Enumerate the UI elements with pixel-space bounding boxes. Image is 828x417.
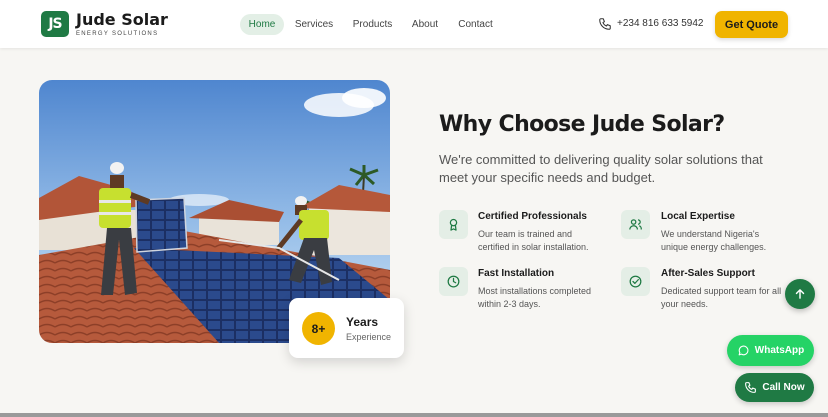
feature-title: Certified Professionals <box>478 211 587 222</box>
section-title: Why Choose Jude Solar? <box>439 112 725 137</box>
nav-home[interactable]: Home <box>240 14 284 35</box>
feature-title: Local Expertise <box>661 211 735 222</box>
experience-badge: 8+ <box>302 312 335 345</box>
experience-subtitle: Experience <box>346 332 392 342</box>
nav-services[interactable]: Services <box>292 14 336 35</box>
feature-desc: Our team is trained and certified in sol… <box>478 229 589 252</box>
scroll-to-top-button[interactable] <box>785 279 815 309</box>
nav-products[interactable]: Products <box>350 14 395 35</box>
feature-desc: We understand Nigeria's unique energy ch… <box>661 229 767 252</box>
feature-desc: Most installations completed within 2-3 … <box>478 286 592 309</box>
nav-about[interactable]: About <box>409 14 441 35</box>
call-now-label: Call Now <box>762 382 805 393</box>
feature-desc: Dedicated support team for all your need… <box>661 286 782 309</box>
call-now-button[interactable]: Call Now <box>735 373 814 402</box>
get-quote-button[interactable]: Get Quote <box>715 11 788 38</box>
section-subtitle: We're committed to delivering quality so… <box>439 152 763 185</box>
bottom-divider <box>0 413 828 417</box>
feature-title: Fast Installation <box>478 268 555 279</box>
logo-tagline: ENERGY SOLUTIONS <box>76 31 159 37</box>
phone-icon <box>599 18 611 30</box>
site-header: JS Jude Solar ENERGY SOLUTIONS Home Serv… <box>0 0 828 48</box>
experience-title: Years <box>346 315 379 329</box>
award-icon <box>439 210 468 239</box>
whatsapp-button[interactable]: WhatsApp <box>727 335 814 366</box>
logo-mark[interactable]: JS <box>41 11 69 37</box>
logo-name[interactable]: Jude Solar <box>76 10 168 29</box>
feature-title: After-Sales Support <box>661 268 755 279</box>
nav-contact[interactable]: Contact <box>455 14 496 35</box>
arrow-up-icon <box>795 289 805 299</box>
check-circle-icon <box>621 267 650 296</box>
header-phone[interactable]: +234 816 633 5942 <box>617 18 703 29</box>
whatsapp-label: WhatsApp <box>754 345 805 356</box>
users-icon <box>621 210 650 239</box>
experience-card: 8+ Years Experience <box>289 298 404 358</box>
phone-icon <box>745 382 757 393</box>
whatsapp-icon <box>738 345 749 356</box>
clock-icon <box>439 267 468 296</box>
